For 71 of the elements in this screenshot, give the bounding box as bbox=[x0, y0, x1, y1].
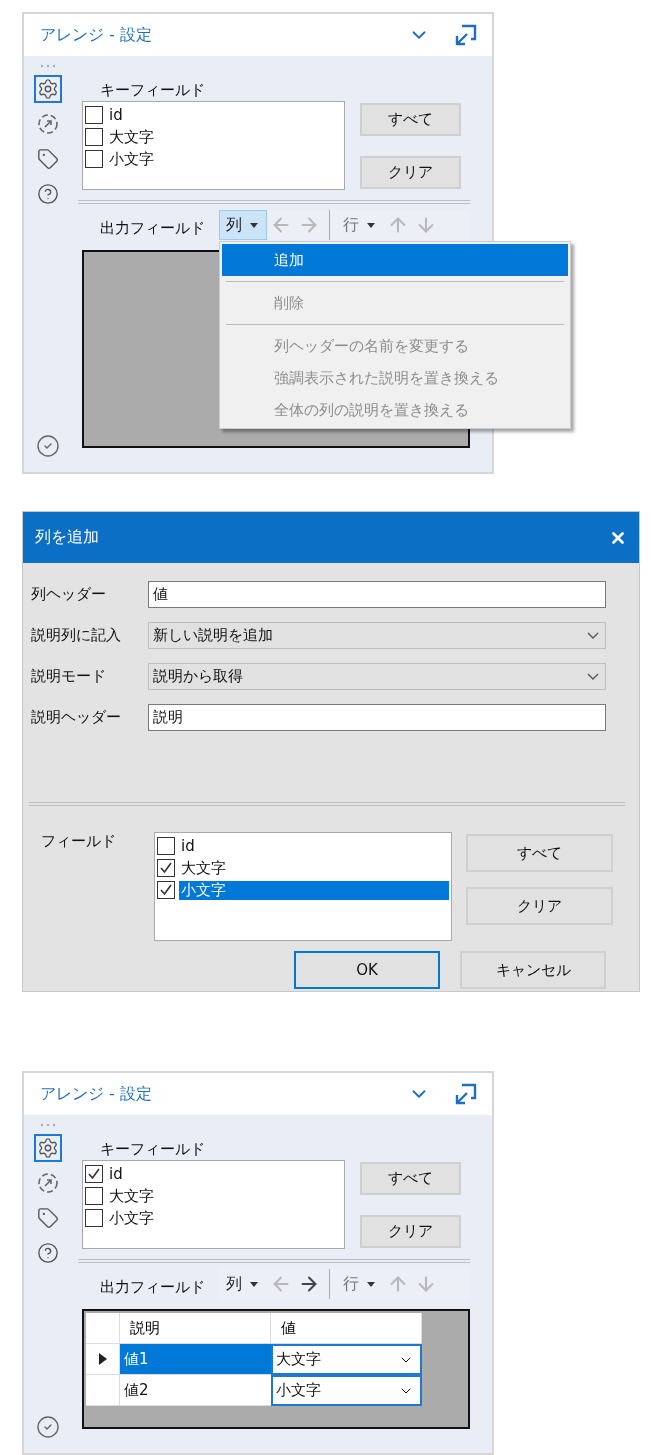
cell-dropdown[interactable]: 小文字 bbox=[271, 1375, 422, 1406]
cell-dropdown[interactable]: 大文字 bbox=[271, 1344, 422, 1375]
list-item[interactable]: 小文字 bbox=[107, 149, 156, 169]
text-field[interactable]: 値 bbox=[148, 581, 606, 608]
dialog-title: 列を追加 bbox=[35, 527, 100, 548]
popout-icon[interactable] bbox=[454, 1082, 478, 1106]
dialog-button[interactable]: キャンセル bbox=[460, 951, 606, 989]
checkbox[interactable] bbox=[85, 1209, 103, 1227]
caret-icon bbox=[367, 222, 375, 228]
field-label: 説明列に記入 bbox=[31, 626, 122, 645]
chevron-down-icon bbox=[587, 632, 599, 639]
field-label: フィールド bbox=[41, 832, 117, 852]
list-item[interactable]: id bbox=[107, 1165, 125, 1183]
field-label: 説明モード bbox=[31, 667, 107, 686]
table-cell[interactable]: 値1 bbox=[120, 1344, 271, 1375]
list-item[interactable]: 大文字 bbox=[107, 127, 156, 147]
checkbox[interactable] bbox=[85, 1187, 103, 1205]
dropdown-field[interactable]: 新しい説明を追加 bbox=[148, 622, 606, 649]
column-menu-button[interactable]: 列 bbox=[219, 1269, 267, 1299]
section-label: 出力フィールド bbox=[100, 218, 206, 238]
text-field[interactable]: 説明 bbox=[148, 704, 606, 731]
caret-icon bbox=[250, 222, 258, 228]
check-circle-icon[interactable] bbox=[36, 1415, 60, 1439]
checkbox[interactable] bbox=[157, 837, 175, 855]
key-field-list[interactable]: id 大文字 小文字 bbox=[82, 101, 345, 190]
section-label: キーフィールド bbox=[100, 80, 206, 100]
list-item[interactable]: id bbox=[107, 106, 125, 124]
checkbox[interactable] bbox=[157, 859, 175, 877]
check-circle-icon[interactable] bbox=[36, 434, 60, 458]
section-label: キーフィールド bbox=[100, 1139, 206, 1159]
checkbox[interactable] bbox=[85, 150, 103, 168]
panel-title: アレンジ - 設定 bbox=[40, 1083, 153, 1105]
column-header[interactable]: 値 bbox=[271, 1313, 422, 1344]
checkbox[interactable] bbox=[85, 1165, 103, 1183]
list-item[interactable]: 大文字 bbox=[107, 1186, 156, 1206]
checkbox[interactable] bbox=[157, 881, 175, 899]
panel-title: アレンジ - 設定 bbox=[40, 24, 153, 46]
list-action-button[interactable]: すべて bbox=[466, 834, 613, 872]
list-action-button[interactable]: クリア bbox=[360, 1215, 461, 1248]
row-header-cell[interactable] bbox=[86, 1344, 120, 1375]
column-header[interactable]: 説明 bbox=[120, 1313, 271, 1344]
list-item[interactable]: 小文字 bbox=[107, 1208, 156, 1228]
row-menu-button[interactable]: 行 bbox=[336, 1269, 384, 1299]
field-label: 列ヘッダー bbox=[31, 585, 107, 604]
dialog-button[interactable]: OK bbox=[294, 951, 440, 989]
checkbox[interactable] bbox=[85, 128, 103, 146]
list-item[interactable]: id bbox=[179, 837, 197, 855]
checkbox[interactable] bbox=[85, 106, 103, 124]
drag-handle-icon[interactable] bbox=[40, 1123, 56, 1127]
field-list[interactable]: id 大文字 小文字 bbox=[154, 832, 452, 941]
chevron-down-icon bbox=[587, 673, 599, 680]
list-action-button[interactable]: クリア bbox=[466, 887, 613, 925]
list-action-button[interactable]: すべて bbox=[360, 103, 461, 136]
field-label: 説明ヘッダー bbox=[31, 708, 122, 727]
key-field-list[interactable]: id 大文字 小文字 bbox=[82, 1160, 345, 1249]
list-action-button[interactable]: クリア bbox=[360, 156, 461, 189]
dropdown-field[interactable]: 説明から取得 bbox=[148, 663, 606, 690]
list-action-button[interactable]: すべて bbox=[360, 1162, 461, 1195]
section-label: 出力フィールド bbox=[100, 1277, 206, 1297]
row-menu-button[interactable]: 行 bbox=[336, 210, 384, 240]
drag-handle-icon[interactable] bbox=[40, 64, 56, 68]
row-header-cell bbox=[86, 1313, 120, 1344]
list-item[interactable]: 大文字 bbox=[179, 858, 228, 878]
caret-icon bbox=[250, 1281, 258, 1287]
popout-icon[interactable] bbox=[454, 23, 478, 47]
list-item[interactable]: 小文字 bbox=[179, 880, 449, 900]
column-menu-button[interactable]: 列 bbox=[219, 210, 267, 240]
menu-item[interactable]: 追加 bbox=[222, 244, 568, 276]
table-cell[interactable]: 値2 bbox=[120, 1375, 271, 1406]
caret-icon bbox=[367, 1281, 375, 1287]
row-header-cell[interactable] bbox=[86, 1375, 120, 1406]
